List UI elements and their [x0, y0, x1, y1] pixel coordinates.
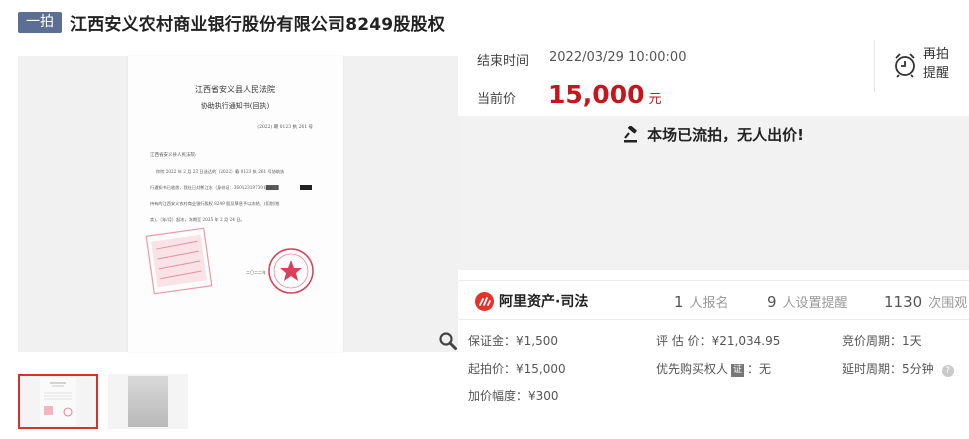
brand-name: 阿里资产·司法: [499, 294, 589, 310]
signups-stat: 1 人报名: [674, 292, 729, 311]
gavel-icon: [624, 126, 638, 143]
reminders-count: 9: [767, 293, 777, 311]
reminder-label: 再拍提醒: [923, 47, 950, 81]
doc-body-line: 持有的江西安义农村商业银行股权 8249 股及孳息予以冻结、(扣划/拍: [150, 200, 279, 207]
left-seal-stamp: [145, 227, 213, 295]
doc-date: 二〇二二年: [246, 269, 266, 275]
stats-bar: 阿里资产·司法 1 人报名 9 人设置提醒 1130 次围观: [458, 280, 969, 320]
status-message-row: 本场已流拍，无人出价!: [458, 124, 969, 145]
zoom-icon[interactable]: [438, 331, 458, 351]
doc-body-line: 你院 2022 年 2 月 23 日送达的（2022）赣 0123 执 261 …: [156, 168, 285, 175]
doc-case-no: (2022) 赣 0123 执 261 号: [257, 123, 313, 130]
reauction-reminder-button[interactable]: 再拍提醒: [874, 40, 969, 92]
current-price-row: 当前价 15,000 元: [477, 80, 662, 109]
alarm-clock-icon: [895, 53, 915, 78]
views-label: 次围观: [928, 296, 968, 311]
reminders-label: 人设置提醒: [782, 296, 848, 311]
certificate-icon[interactable]: 证: [731, 364, 745, 377]
priority-buyer-info: 优先购买权人证：无: [656, 360, 771, 377]
round-seal-stamp: [268, 248, 314, 294]
current-price-label: 当前价: [477, 92, 517, 107]
doc-court-name: 江西省安义县人民法院: [195, 84, 275, 94]
thumbnail-2[interactable]: [108, 374, 188, 429]
appraisal-info: 评 估 价：¥21,034.95: [656, 334, 781, 348]
court-notice-document-image: 江西省安义县人民法院 协助执行通知书(回执) (2022) 赣 0123 执 2…: [128, 56, 343, 352]
main-image-viewer[interactable]: 江西省安义县人民法院 协助执行通知书(回执) (2022) 赣 0123 执 2…: [18, 56, 458, 352]
end-time-row: 结束时间 2022/03/29 10:00:00: [477, 50, 686, 69]
priority-buyer-label: 优先购买权人: [656, 362, 729, 376]
bid-increment-info: 加价幅度：¥300: [468, 389, 559, 403]
auction-status-panel: 本场已流拍，无人出价!: [458, 116, 969, 270]
deposit-info: 保证金：¥1,500: [468, 334, 558, 348]
doc-body-line: 行通知书已收悉，我社已对熊江水（身份证：360123197301████: [150, 184, 279, 191]
brand-logo[interactable]: 阿里资产·司法: [475, 291, 588, 311]
auction-round-badge: 一拍: [18, 11, 62, 33]
views-stat: 1130 次围观: [884, 292, 967, 311]
priority-buyer-value: ：无: [747, 362, 772, 376]
extension-period-info: 延时周期：5分钟?: [842, 360, 954, 377]
thumbnail-1-selected[interactable]: [18, 374, 98, 429]
status-message: 本场已流拍，无人出价!: [647, 126, 804, 144]
thumbnail-photo-preview: [128, 376, 168, 427]
doc-addressee: 江西省安义县人民法院:: [150, 151, 197, 158]
starting-price-info: 起拍价：¥15,000: [468, 362, 566, 376]
bid-period-info: 竞价周期：1天: [842, 334, 922, 348]
end-time-value: 2022/03/29 10:00:00: [549, 50, 687, 65]
extension-period-text: 延时周期：5分钟: [842, 362, 934, 376]
doc-title: 协助执行通知书(回执): [201, 101, 270, 110]
current-price-unit: 元: [648, 92, 662, 107]
help-icon[interactable]: ?: [941, 365, 954, 377]
doc-body-line: 卖)，（年/月）起冻，冻期至 2025 年 2 月 24 日。: [150, 216, 245, 223]
thumbnail-document-preview: [40, 378, 76, 425]
end-time-label: 结束时间: [477, 54, 530, 69]
page-title: 江西安义农村商业银行股份有限公司8249股股权: [70, 14, 445, 35]
current-price-value: 15,000: [548, 80, 645, 109]
signups-label: 人报名: [689, 296, 729, 311]
ali-assets-logo-icon: [475, 291, 494, 311]
views-count: 1130: [884, 293, 923, 311]
reminders-stat: 9 人设置提醒: [767, 292, 848, 311]
title-row: 一拍 江西安义农村商业银行股份有限公司8249股股权: [18, 10, 445, 35]
signups-count: 1: [674, 293, 684, 311]
